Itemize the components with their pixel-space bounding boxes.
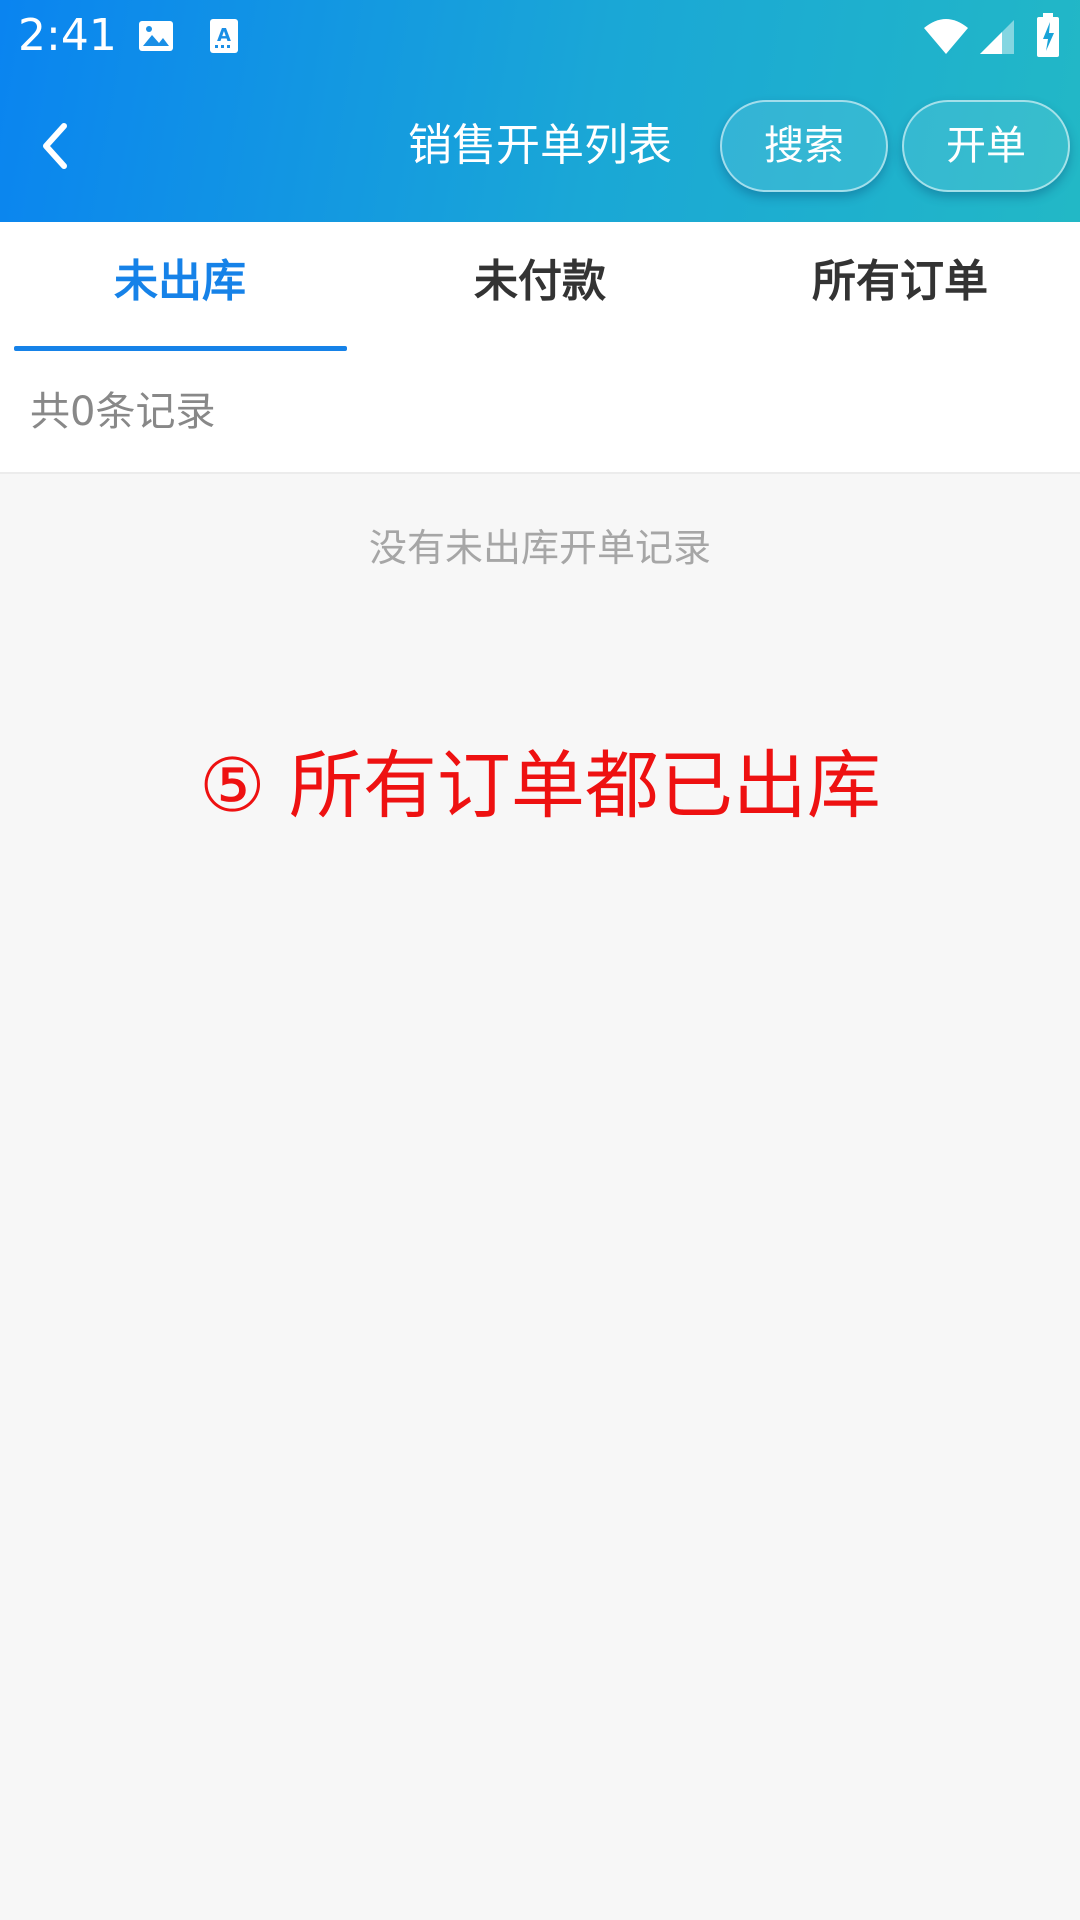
status-bar: 2:41 A (0, 0, 1080, 72)
tab-bar: 未出库 未付款 所有订单 (0, 222, 1080, 352)
search-button[interactable]: 搜索 (720, 100, 888, 192)
keyboard-a-icon: A (210, 19, 238, 53)
tab-unpaid[interactable]: 未付款 (360, 222, 720, 352)
page-title: 销售开单列表 (408, 120, 672, 171)
navbar: 销售开单列表 搜索 开单 (0, 72, 1080, 222)
empty-state-message: 没有未出库开单记录 (368, 526, 711, 570)
battery-charging-icon (1037, 13, 1059, 57)
app-header: 2:41 A 销售开单列表 搜索 开单 (0, 0, 1080, 222)
record-count-row: 共0条记录 (0, 352, 1080, 474)
svg-text:A: A (217, 25, 231, 46)
record-count: 共0条记录 (30, 389, 216, 435)
create-order-button[interactable]: 开单 (902, 100, 1070, 192)
annotation-text: ⑤ 所有订单都已出库 (199, 743, 881, 829)
wifi-icon (924, 19, 968, 54)
tab-all-orders[interactable]: 所有订单 (720, 222, 1080, 352)
active-tab-indicator (14, 346, 347, 351)
tab-not-shipped[interactable]: 未出库 (0, 222, 360, 352)
image-icon (139, 21, 173, 51)
back-button[interactable] (22, 108, 88, 184)
cellular-signal-icon (980, 20, 1014, 54)
chevron-left-icon (43, 123, 67, 169)
status-time: 2:41 (18, 10, 117, 61)
